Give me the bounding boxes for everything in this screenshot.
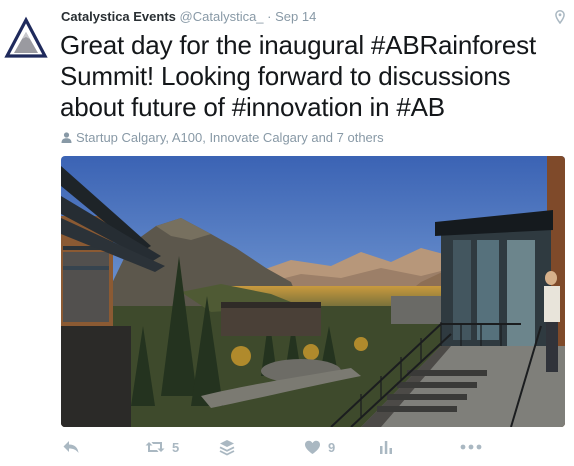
more-button[interactable] — [460, 438, 482, 456]
tweet-date[interactable]: Sep 14 — [275, 9, 316, 24]
tagged-people-label: Startup Calgary, A100, Innovate Calgary … — [76, 130, 384, 145]
tweet-text: Great day for the inaugural #ABRainfores… — [60, 30, 536, 122]
like-count: 9 — [328, 439, 336, 455]
heart-icon — [305, 440, 320, 454]
tweet-header: Catalystica Events @Catalystica_ · Sep 1… — [61, 9, 316, 24]
layers-button[interactable] — [219, 438, 235, 456]
tweet-actions: 5 9 — [0, 434, 574, 460]
display-name[interactable]: Catalystica Events — [61, 9, 176, 24]
layers-icon — [219, 439, 235, 456]
reply-button[interactable] — [62, 438, 80, 456]
catalystica-logo-avatar[interactable] — [4, 16, 48, 60]
retweet-count: 5 — [172, 439, 180, 455]
tagged-people[interactable]: Startup Calgary, A100, Innovate Calgary … — [61, 130, 384, 145]
retweet-icon — [145, 442, 165, 452]
tweet-photo[interactable] — [61, 156, 565, 427]
more-icon — [460, 444, 482, 450]
separator-dot: · — [267, 9, 272, 24]
reply-icon — [63, 441, 79, 453]
person-icon — [61, 132, 72, 143]
analytics-icon — [380, 440, 392, 454]
location-pin-icon[interactable] — [555, 10, 565, 24]
like-button[interactable]: 9 — [304, 438, 335, 456]
retweet-button[interactable]: 5 — [145, 438, 179, 456]
analytics-button[interactable] — [379, 438, 393, 456]
user-handle[interactable]: @Catalystica_ — [180, 9, 264, 24]
